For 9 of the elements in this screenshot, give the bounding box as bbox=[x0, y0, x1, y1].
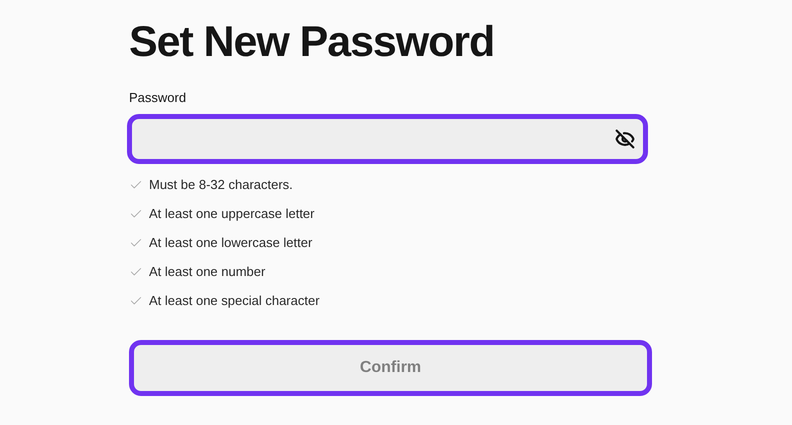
rule-text: At least one lowercase letter bbox=[149, 234, 312, 252]
page-title: Set New Password bbox=[129, 17, 496, 68]
rule-text: At least one special character bbox=[149, 292, 320, 310]
field-label: Password bbox=[129, 90, 186, 106]
hide-password-icon[interactable] bbox=[615, 129, 635, 149]
rule-text: At least one number bbox=[149, 263, 266, 282]
password-field[interactable] bbox=[127, 114, 648, 164]
rule-text: At least one uppercase letter bbox=[149, 205, 314, 224]
rule-text: Must be 8-32 characters. bbox=[149, 176, 293, 194]
